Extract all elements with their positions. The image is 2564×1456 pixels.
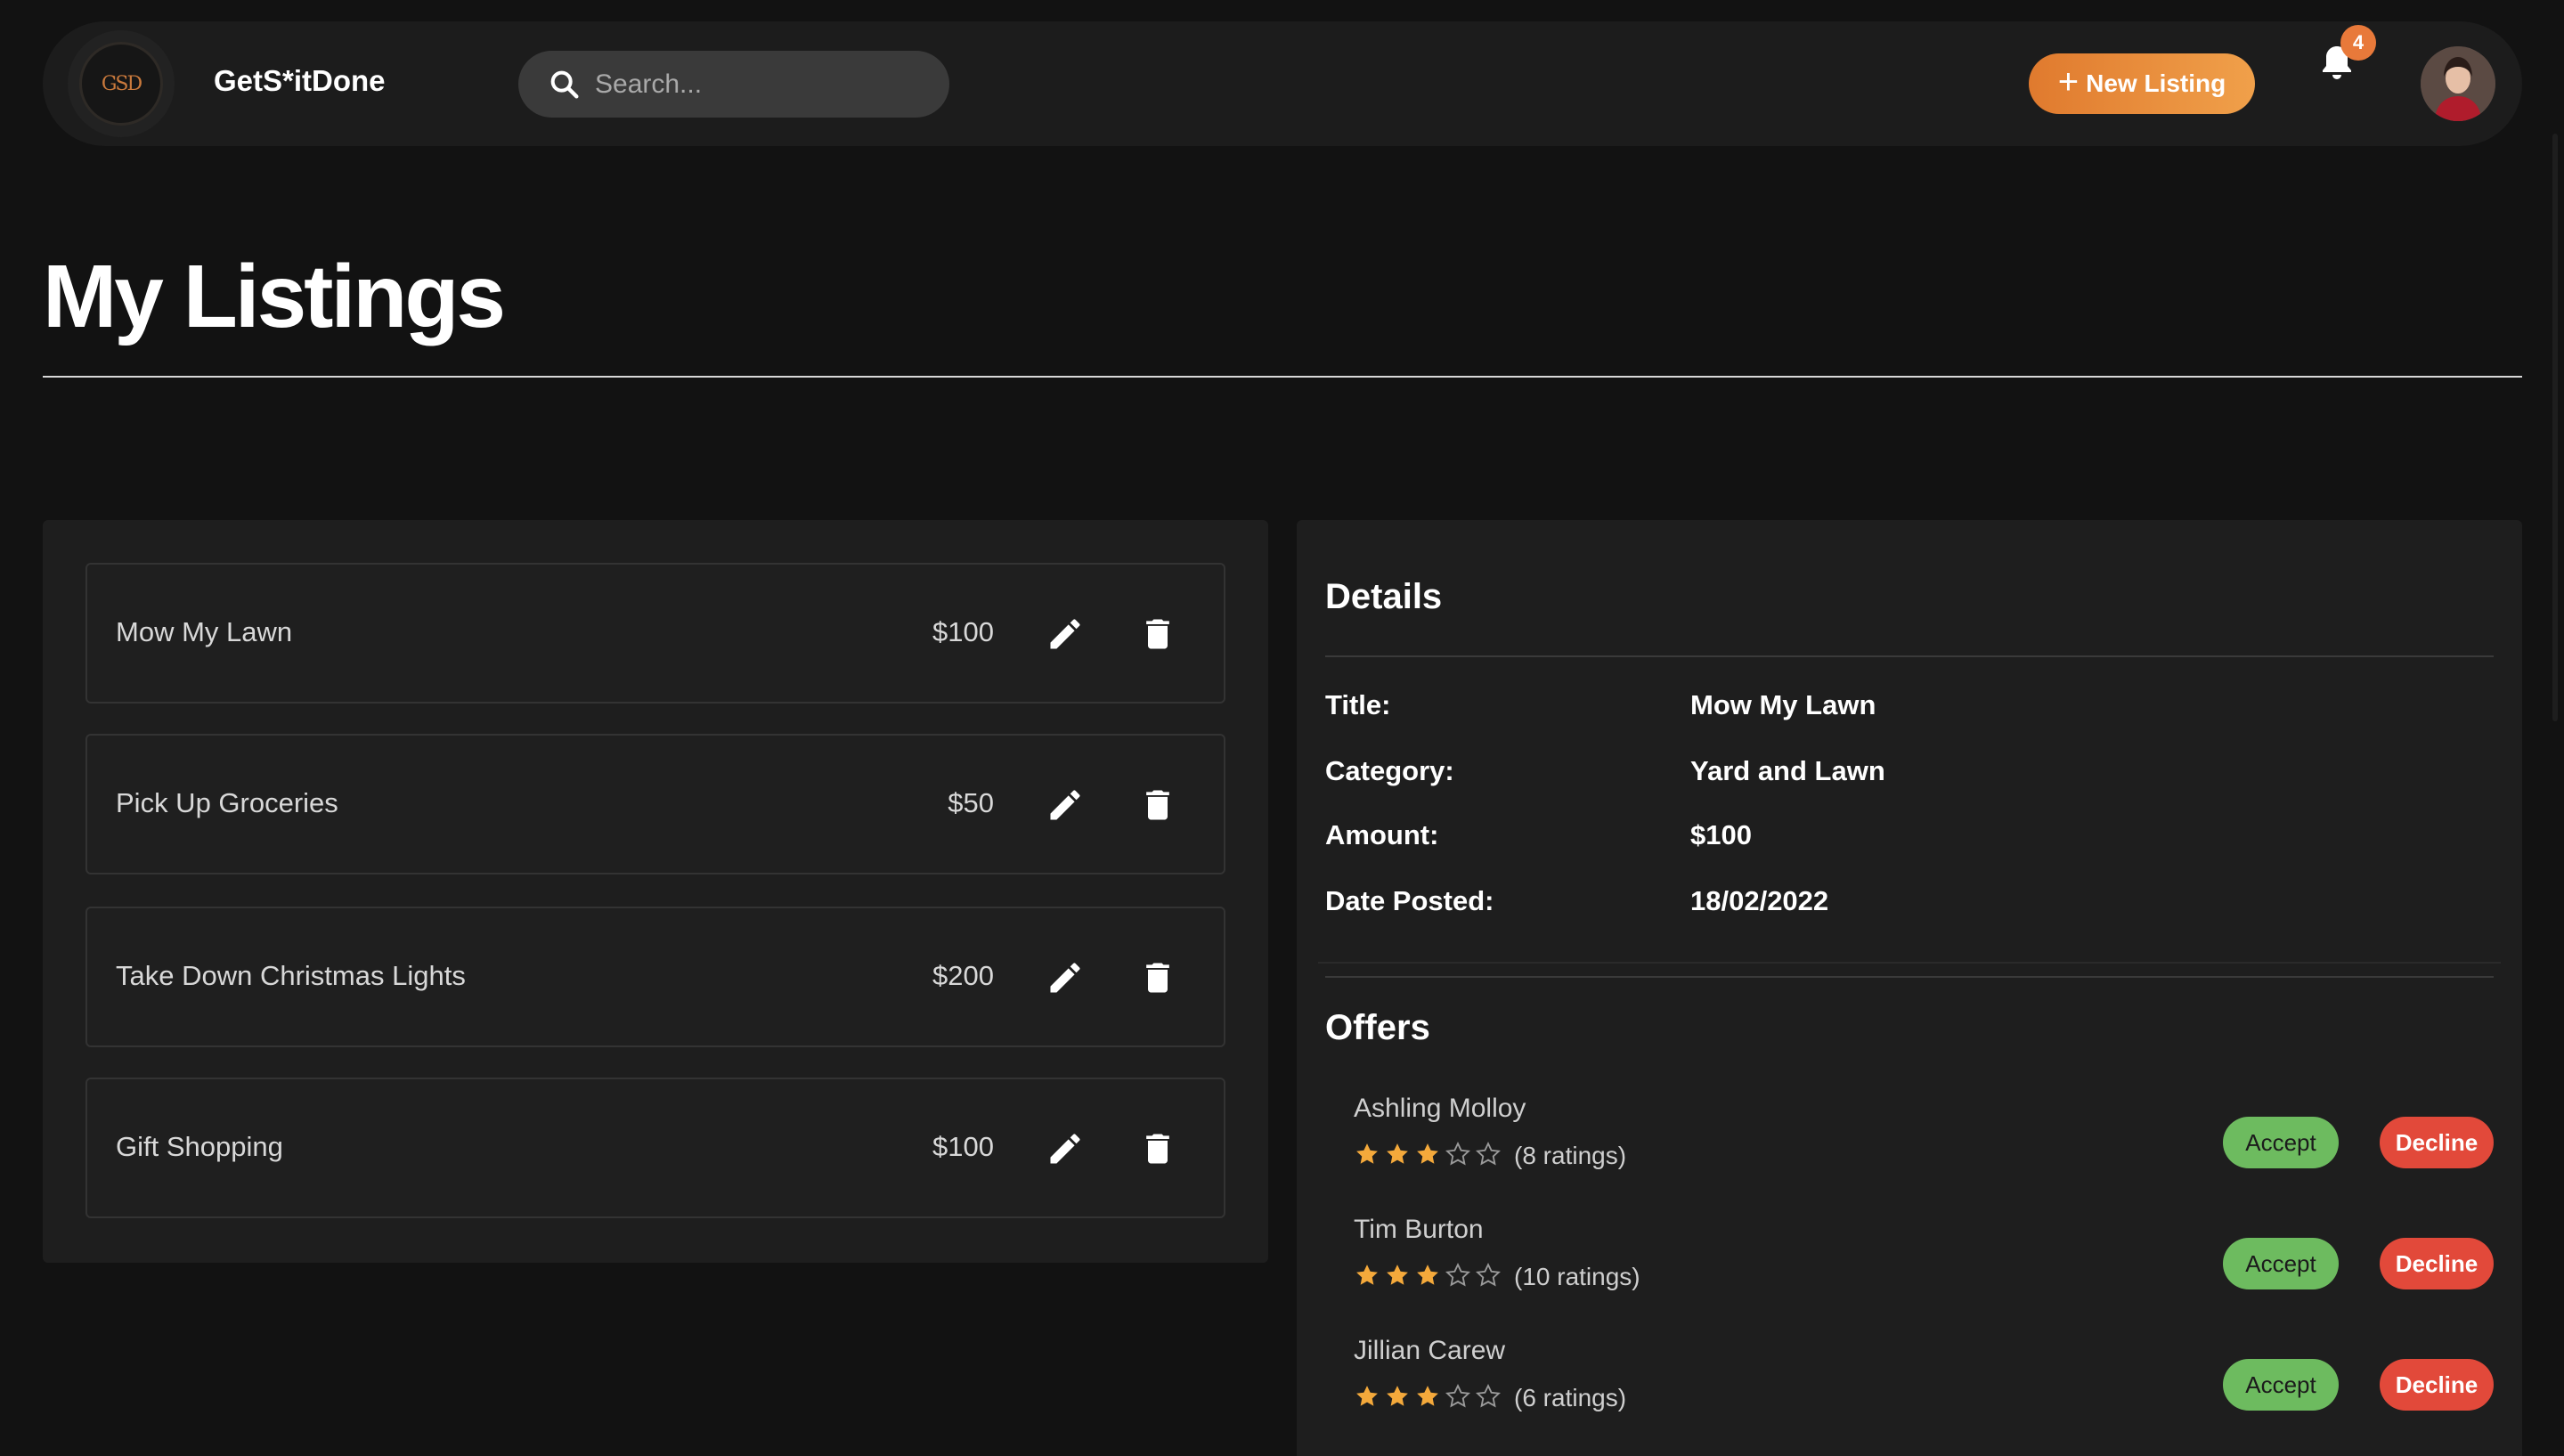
title-divider (43, 376, 2522, 378)
star-filled-icon (1384, 1262, 1411, 1293)
details-panel: Details Title: Mow My Lawn Category: Yar… (1297, 520, 2522, 1456)
listing-card[interactable]: Gift Shopping $100 (85, 1078, 1225, 1218)
offer-rating: (6 ratings) (1354, 1382, 1626, 1414)
listing-title: Take Down Christmas Lights (116, 960, 466, 991)
trash-icon[interactable] (1138, 958, 1177, 997)
star-filled-icon (1414, 1262, 1441, 1293)
offer-name: Tim Burton (1354, 1215, 1484, 1244)
listing-price: $100 (932, 616, 994, 647)
page: GSD GetS*itDone + New Listing 4 My Listi… (0, 0, 2564, 1456)
detail-value-title: Mow My Lawn (1690, 689, 1876, 720)
accept-button[interactable]: Accept (2223, 1359, 2339, 1411)
top-navigation-bar: GSD GetS*itDone + New Listing (43, 21, 2522, 146)
listing-price: $100 (932, 1131, 994, 1162)
search-input[interactable] (595, 51, 933, 118)
ratings-count: (8 ratings) (1514, 1142, 1627, 1169)
listing-card[interactable]: Mow My Lawn $100 (85, 563, 1225, 704)
offer-name: Ashling Molloy (1354, 1094, 1526, 1123)
ratings-count: (6 ratings) (1514, 1384, 1627, 1411)
detail-label-date-posted: Date Posted: (1325, 885, 1494, 916)
logo-mark: GSD (79, 42, 163, 126)
brand-name[interactable]: GetS*itDone (214, 64, 386, 98)
new-listing-label: New Listing (2086, 69, 2226, 97)
avatar[interactable] (2421, 46, 2495, 121)
logo[interactable]: GSD (68, 30, 175, 137)
edit-icon[interactable] (1046, 1129, 1085, 1168)
detail-label-title: Title: (1325, 689, 1391, 720)
ratings-count: (10 ratings) (1514, 1263, 1640, 1290)
detail-value-amount: $100 (1690, 819, 1752, 850)
star-empty-icon (1445, 1262, 1471, 1293)
star-filled-icon (1384, 1141, 1411, 1172)
star-filled-icon (1414, 1383, 1441, 1414)
listing-card[interactable]: Pick Up Groceries $50 (85, 734, 1225, 874)
decline-button[interactable]: Decline (2380, 1238, 2494, 1289)
offers-heading: Offers (1325, 1008, 1430, 1047)
decline-button[interactable]: Decline (2380, 1359, 2494, 1411)
accept-button[interactable]: Accept (2223, 1238, 2339, 1289)
star-empty-icon (1475, 1141, 1502, 1172)
trash-icon[interactable] (1138, 785, 1177, 825)
detail-label-category: Category: (1325, 755, 1454, 786)
notification-badge: 4 (2340, 25, 2376, 61)
trash-icon[interactable] (1138, 1129, 1177, 1168)
star-filled-icon (1384, 1383, 1411, 1414)
edit-icon[interactable] (1046, 958, 1085, 997)
plus-icon: + (2057, 62, 2080, 102)
listing-card[interactable]: Take Down Christmas Lights $200 (85, 907, 1225, 1047)
listing-price: $200 (932, 960, 994, 991)
search-icon (550, 70, 579, 99)
page-title: My Listings (43, 247, 506, 346)
star-filled-icon (1354, 1141, 1380, 1172)
listing-title: Mow My Lawn (116, 616, 293, 647)
offer-name: Jillian Carew (1354, 1336, 1506, 1365)
offers-divider (1325, 976, 2494, 978)
listings-panel: Mow My Lawn $100 Pick Up Groceries $50 T… (43, 520, 1268, 1263)
details-divider (1325, 655, 2494, 657)
edit-icon[interactable] (1046, 785, 1085, 825)
star-empty-icon (1445, 1141, 1471, 1172)
listing-title: Gift Shopping (116, 1131, 283, 1162)
edit-icon[interactable] (1046, 614, 1085, 654)
trash-icon[interactable] (1138, 614, 1177, 654)
star-filled-icon (1414, 1141, 1441, 1172)
accept-button[interactable]: Accept (2223, 1117, 2339, 1168)
detail-label-amount: Amount: (1325, 819, 1439, 850)
avatar-portrait-icon (2421, 46, 2495, 121)
listing-title: Pick Up Groceries (116, 787, 338, 818)
new-listing-button[interactable]: + New Listing (2029, 53, 2255, 114)
offer-rating: (10 ratings) (1354, 1261, 1640, 1293)
star-empty-icon (1475, 1383, 1502, 1414)
listing-price: $50 (948, 787, 994, 818)
star-empty-icon (1475, 1262, 1502, 1293)
section-divider (1318, 962, 2501, 964)
detail-value-category: Yard and Lawn (1690, 755, 1885, 786)
star-filled-icon (1354, 1262, 1380, 1293)
star-filled-icon (1354, 1383, 1380, 1414)
search-bar[interactable] (518, 51, 949, 118)
detail-value-date-posted: 18/02/2022 (1690, 885, 1829, 916)
details-heading: Details (1325, 577, 1443, 616)
offer-rating: (8 ratings) (1354, 1140, 1626, 1172)
decline-button[interactable]: Decline (2380, 1117, 2494, 1168)
star-empty-icon (1445, 1383, 1471, 1414)
scrollbar[interactable] (2552, 134, 2558, 721)
